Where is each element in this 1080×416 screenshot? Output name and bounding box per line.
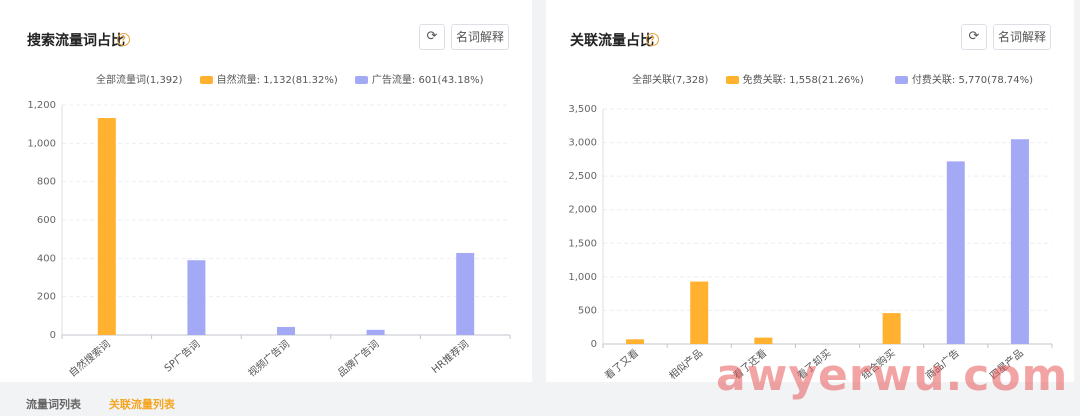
watermark-logo: awyerwu.com — [716, 350, 1069, 401]
x-tick-label: 相似产品 — [666, 346, 705, 382]
bar-paid[interactable] — [456, 252, 475, 335]
x-tick-label: HR推荐词 — [429, 337, 471, 376]
bar-paid[interactable] — [187, 260, 206, 335]
bar-natural[interactable] — [754, 337, 773, 344]
related-traffic-panel: 关联流量占比 ? ⟳ 名词解释 全部关联(7,328) 免费关联: 1,558(… — [546, 0, 1074, 382]
bar-paid[interactable] — [277, 326, 295, 335]
y-tick-label: 400 — [37, 253, 56, 264]
x-tick-label: 看了又看 — [602, 346, 641, 382]
y-tick-label: 500 — [578, 305, 597, 316]
search-traffic-panel: 搜索流量词占比 ? ⟳ 名词解释 全部流量词(1,392) 自然流量: 1,13… — [0, 0, 532, 382]
y-tick-label: 3,000 — [568, 138, 597, 149]
search-traffic-bar-chart: 0 200 400 600 800 1,000 1,200 自然搜索词 SP广告词 视频广告词 品牌… — [27, 100, 511, 379]
bar-natural[interactable] — [690, 281, 709, 344]
list-tabs: 流量词列表 关联流量列表 — [26, 396, 199, 412]
x-tick-label: 视频广告词 — [245, 337, 292, 379]
y-tick-label: 800 — [37, 177, 56, 188]
y-tick-label: 0 — [50, 330, 56, 341]
y-tick-label: 600 — [37, 215, 56, 226]
x-tick-label: 品牌广告词 — [335, 337, 382, 379]
y-tick-label: 2,500 — [568, 171, 597, 182]
related-traffic-bar-chart: 0 500 1,000 1,500 2,000 2,500 3,000 3,500 看了又看 相似… — [568, 104, 1053, 382]
y-tick-label: 0 — [591, 339, 597, 350]
bar-paid[interactable] — [946, 161, 965, 344]
tab-related-traffic-list[interactable]: 关联流量列表 — [109, 396, 175, 412]
y-tick-label: 2,000 — [568, 205, 597, 216]
y-tick-label: 200 — [37, 292, 56, 303]
y-tick-label: 1,000 — [568, 272, 597, 283]
bar-natural[interactable] — [626, 339, 645, 344]
x-tick-label: 自然搜索词 — [66, 337, 113, 379]
y-tick-label: 1,000 — [27, 138, 56, 149]
y-tick-label: 1,200 — [27, 100, 56, 111]
bar-paid[interactable] — [1010, 139, 1029, 344]
bar-paid[interactable] — [366, 329, 385, 335]
y-tick-label: 1,500 — [568, 238, 597, 249]
tab-traffic-word-list[interactable]: 流量词列表 — [26, 396, 81, 412]
x-tick-label: SP广告词 — [161, 337, 202, 374]
y-tick-label: 3,500 — [568, 104, 597, 115]
bar-natural[interactable] — [882, 313, 901, 344]
bar-natural[interactable] — [97, 118, 116, 336]
